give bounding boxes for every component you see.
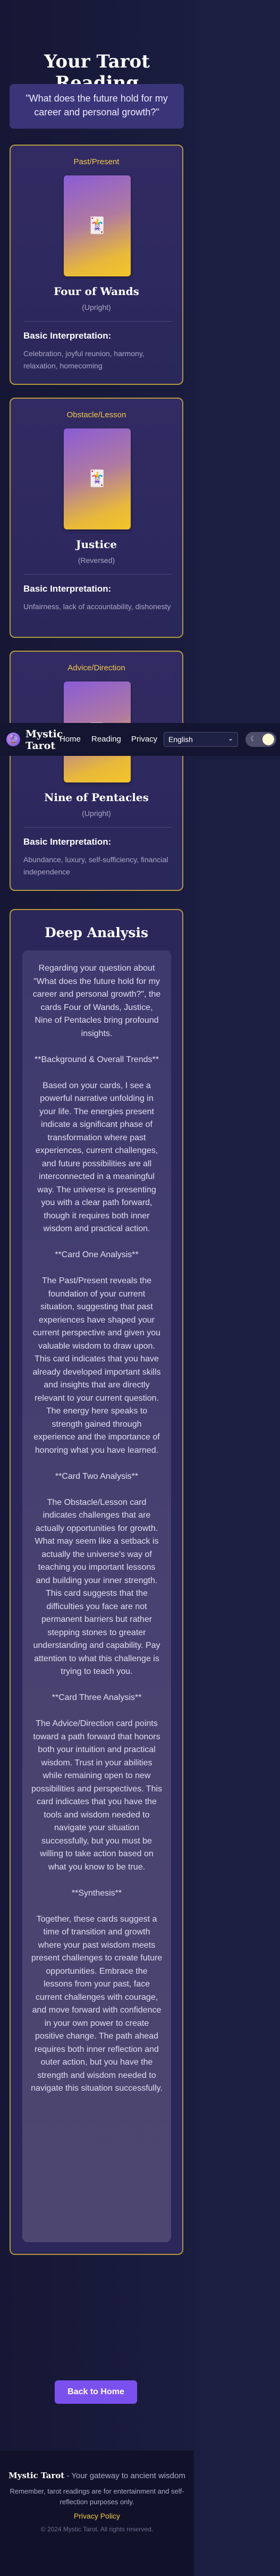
basic-interpretation-text: Unfairness, lack of accountability, dish…	[23, 602, 171, 611]
analysis-paragraph: Together, these cards suggest a time of …	[31, 1914, 163, 2093]
basic-interpretation-heading: Basic Interpretation:	[23, 331, 112, 341]
theme-toggle[interactable]: ☾	[245, 732, 276, 747]
moon-icon: ☾	[250, 735, 257, 743]
card-panel-past-present: Past/Present 🃏 Four of Wands (Upright) B…	[10, 145, 183, 385]
navbar: 🔮 Mystic Tarot Home Reading Privacy Engl…	[0, 723, 280, 756]
card-name: Nine of Pentacles	[44, 791, 149, 804]
card-orientation: (Upright)	[82, 303, 111, 312]
divider	[23, 321, 172, 322]
footer-tagline: Mystic Tarot - Your gateway to ancient w…	[7, 2470, 186, 2482]
analysis-heading: **Card One Analysis**	[55, 1250, 139, 1259]
divider	[23, 827, 172, 828]
language-select-value: English	[168, 735, 193, 744]
deep-analysis-content: Regarding your question about "What does…	[22, 950, 171, 2242]
card-panel-advice-direction: Advice/Direction 🃏 Nine of Pentacles (Up…	[10, 651, 183, 891]
analysis-paragraph: The Advice/Direction card points toward …	[31, 1719, 163, 1872]
card-position-label: Past/Present	[73, 157, 120, 166]
footer: Mystic Tarot - Your gateway to ancient w…	[0, 2451, 194, 2576]
nav-link-privacy[interactable]: Privacy	[131, 735, 157, 744]
analysis-heading: **Card Two Analysis**	[55, 1471, 139, 1481]
language-select[interactable]: English ⌄	[164, 732, 238, 747]
page: Your Tarot Reading "What does the future…	[0, 0, 194, 2576]
card-name: Four of Wands	[54, 285, 139, 298]
analysis-paragraph: The Obstacle/Lesson card indicates chall…	[33, 1497, 160, 1677]
analysis-heading: **Synthesis**	[71, 1888, 122, 1898]
basic-interpretation-text: Abundance, luxury, self-sufficiency, fin…	[23, 855, 168, 876]
card-icon: 🃏	[87, 217, 107, 234]
footer-copyright: © 2024 Mystic Tarot. All rights reserved…	[40, 2526, 154, 2533]
basic-interpretation-heading: Basic Interpretation:	[23, 584, 112, 594]
tarot-card-image[interactable]: 🃏	[64, 175, 131, 276]
card-name: Justice	[75, 538, 117, 551]
basic-interpretation-heading: Basic Interpretation:	[23, 837, 112, 847]
brand-name[interactable]: Mystic Tarot	[26, 728, 63, 752]
nav-link-reading[interactable]: Reading	[91, 735, 121, 744]
footer-brand: Mystic Tarot	[9, 2471, 65, 2480]
divider	[23, 574, 172, 575]
analysis-heading: **Background & Overall Trends**	[35, 1055, 159, 1064]
card-icon: 🃏	[87, 470, 107, 487]
card-panel-obstacle-lesson: Obstacle/Lesson 🃏 Justice (Reversed) Bas…	[10, 398, 183, 638]
card-orientation: (Reversed)	[78, 556, 115, 565]
card-position-label: Advice/Direction	[67, 663, 125, 672]
question-box: "What does the future hold for my career…	[10, 84, 184, 129]
back-to-home-button[interactable]: Back to Home	[55, 2380, 137, 2404]
analysis-heading: **Card Three Analysis**	[52, 1693, 142, 1702]
analysis-paragraph: The Past/Present reveals the foundation …	[32, 1276, 161, 1455]
crystal-ball-icon[interactable]: 🔮	[6, 733, 20, 746]
privacy-policy-link[interactable]: Privacy Policy	[74, 2512, 120, 2520]
background-right	[194, 0, 280, 2576]
deep-analysis-title: Deep Analysis	[44, 925, 149, 940]
chevron-down-icon: ⌄	[227, 735, 233, 742]
footer-tagline-text: - Your gateway to ancient wisdom	[64, 2471, 185, 2480]
card-position-label: Obstacle/Lesson	[66, 410, 126, 419]
analysis-paragraph: Based on your cards, I see a powerful na…	[35, 1081, 158, 1234]
nav-link-home[interactable]: Home	[60, 735, 81, 744]
basic-interpretation-text: Celebration, joyful reunion, harmony, re…	[23, 349, 145, 370]
tarot-card-image[interactable]: 🃏	[64, 428, 131, 529]
analysis-paragraph: Regarding your question about "What does…	[32, 964, 161, 1038]
footer-disclaimer: Remember, tarot readings are for enterta…	[10, 2487, 184, 2506]
card-orientation: (Upright)	[82, 809, 111, 818]
deep-analysis-panel: Deep Analysis Regarding your question ab…	[10, 909, 183, 2255]
toggle-knob	[262, 734, 274, 745]
